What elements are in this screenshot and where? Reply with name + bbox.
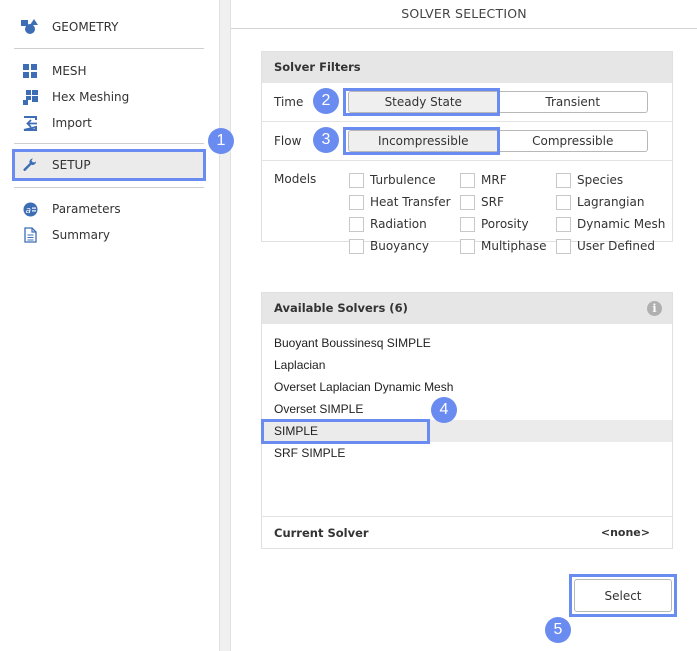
multiphase-checkbox[interactable]: Multiphase (460, 238, 547, 254)
checkbox-label: Radiation (370, 217, 427, 231)
checkbox-label: User Defined (577, 239, 655, 253)
dynamic-mesh-checkbox[interactable]: Dynamic Mesh (556, 216, 665, 232)
checkbox-box[interactable] (349, 238, 364, 254)
import-icon (20, 113, 40, 133)
compressible-button[interactable]: Compressible (498, 130, 648, 152)
sidebar-item-label: Import (52, 116, 92, 130)
checkbox-label: Species (577, 173, 624, 187)
step-badge-5: 5 (545, 617, 571, 643)
checkbox-box[interactable] (556, 216, 571, 232)
sidebar-item-label: MESH (52, 64, 87, 78)
solver-item[interactable]: Laplacian (262, 354, 672, 376)
solver-filters-header: Solver Filters (262, 52, 672, 83)
solver-list: Buoyant Boussinesq SIMPLE Laplacian Over… (262, 324, 672, 517)
checkbox-label: Buoyancy (370, 239, 429, 253)
step-badge-3: 3 (313, 127, 339, 153)
sidebar-divider (14, 143, 204, 144)
solver-item[interactable]: Overset SIMPLE (262, 398, 672, 420)
checkbox-box[interactable] (556, 172, 571, 188)
buoyancy-checkbox[interactable]: Buoyancy (349, 238, 429, 254)
incompressible-button[interactable]: Incompressible (348, 130, 499, 152)
species-checkbox[interactable]: Species (556, 172, 623, 188)
checkbox-label: MRF (481, 173, 507, 187)
sidebar-item-hex-meshing[interactable]: Hex Meshing (14, 84, 206, 110)
page-title: SOLVER SELECTION (231, 0, 697, 29)
checkbox-label: Heat Transfer (370, 195, 451, 209)
document-icon (20, 225, 40, 245)
heat-transfer-checkbox[interactable]: Heat Transfer (349, 194, 451, 210)
mesh-grid-icon (20, 61, 40, 81)
time-segmented-control: Steady State Transient (348, 91, 648, 113)
transient-button[interactable]: Transient (498, 91, 648, 113)
checkbox-label: SRF (481, 195, 504, 209)
checkbox-box[interactable] (460, 238, 475, 254)
solver-item[interactable]: Overset Laplacian Dynamic Mesh (262, 376, 672, 398)
solver-item-selected[interactable]: SIMPLE (262, 420, 672, 442)
wrench-icon (20, 155, 40, 175)
radiation-checkbox[interactable]: Radiation (349, 216, 427, 232)
checkbox-box[interactable] (460, 172, 475, 188)
models-label: Models (274, 172, 317, 186)
sidebar-item-mesh[interactable]: MESH (14, 58, 206, 84)
parameters-icon: a (20, 199, 40, 219)
sidebar-item-summary[interactable]: Summary (14, 222, 206, 248)
hex-meshing-icon (20, 87, 40, 107)
sidebar-item-label: GEOMETRY (52, 20, 119, 34)
sidebar-divider (14, 48, 204, 49)
flow-segmented-control: Incompressible Compressible (348, 130, 648, 152)
solver-item[interactable]: Buoyant Boussinesq SIMPLE (262, 332, 672, 354)
flow-label: Flow (274, 134, 302, 148)
turbulence-checkbox[interactable]: Turbulence (349, 172, 436, 188)
sidebar-item-setup[interactable]: SETUP (12, 149, 206, 181)
checkbox-box[interactable] (460, 194, 475, 210)
sidebar-scrollbar[interactable] (219, 0, 231, 651)
models-filter: Models Turbulence Heat Transfer Radiatio… (262, 161, 672, 254)
checkbox-box[interactable] (460, 216, 475, 232)
checkbox-label: Multiphase (481, 239, 547, 253)
solver-item[interactable]: SRF SIMPLE (262, 442, 672, 464)
sidebar-item-label: SETUP (52, 158, 91, 172)
checkbox-label: Porosity (481, 217, 529, 231)
sidebar-item-label: Hex Meshing (52, 90, 130, 104)
current-solver-value: <none> (600, 526, 650, 539)
steady-state-button[interactable]: Steady State (348, 91, 499, 113)
sidebar-divider (14, 187, 204, 188)
svg-text:a: a (25, 206, 31, 216)
sidebar-item-geometry[interactable]: GEOMETRY (14, 14, 206, 40)
srf-checkbox[interactable]: SRF (460, 194, 504, 210)
current-solver-row: Current Solver <none> (262, 517, 672, 548)
checkbox-box[interactable] (349, 216, 364, 232)
sidebar-item-label: Parameters (52, 202, 121, 216)
step-badge-2: 2 (313, 88, 339, 114)
checkbox-label: Lagrangian (577, 195, 645, 209)
time-label: Time (274, 95, 304, 109)
current-solver-label: Current Solver (274, 526, 369, 540)
available-solvers-panel: Available Solvers (6) i Buoyant Boussine… (261, 292, 673, 549)
checkbox-box[interactable] (556, 194, 571, 210)
step-badge-1: 1 (208, 128, 234, 154)
info-icon[interactable]: i (647, 301, 662, 316)
available-solvers-title: Available Solvers (6) (274, 301, 408, 315)
checkbox-box[interactable] (349, 172, 364, 188)
checkbox-label: Turbulence (370, 173, 436, 187)
user-defined-checkbox[interactable]: User Defined (556, 238, 655, 254)
sidebar: GEOMETRY MESH Hex Meshing Import SETUP a… (0, 0, 220, 651)
checkbox-box[interactable] (349, 194, 364, 210)
sidebar-item-import[interactable]: Import (14, 110, 206, 136)
sidebar-item-parameters[interactable]: a Parameters (14, 196, 206, 222)
step-badge-4: 4 (431, 397, 457, 423)
checkbox-box[interactable] (556, 238, 571, 254)
mrf-checkbox[interactable]: MRF (460, 172, 507, 188)
available-solvers-header: Available Solvers (6) i (262, 293, 672, 324)
geometry-shapes-icon (20, 17, 40, 37)
select-button[interactable]: Select (574, 579, 672, 612)
checkbox-label: Dynamic Mesh (577, 217, 666, 231)
sidebar-item-label: Summary (52, 228, 110, 242)
lagrangian-checkbox[interactable]: Lagrangian (556, 194, 644, 210)
porosity-checkbox[interactable]: Porosity (460, 216, 529, 232)
